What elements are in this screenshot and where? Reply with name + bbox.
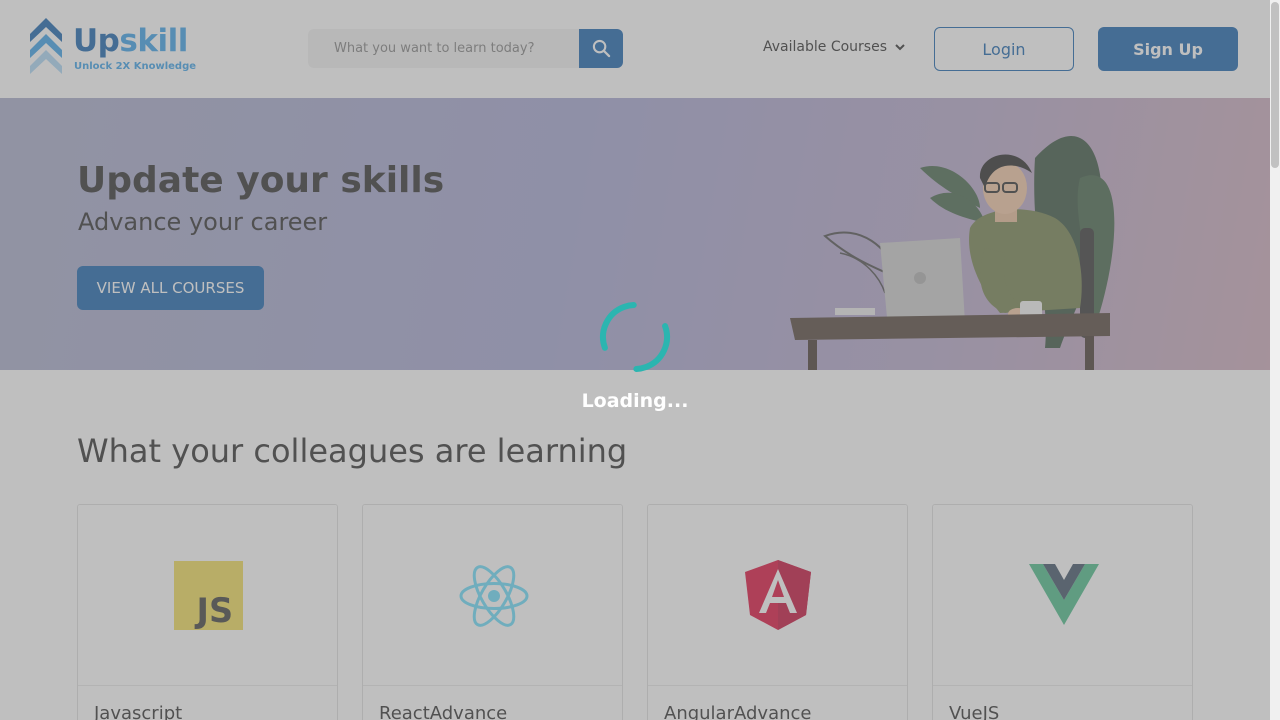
loading-overlay: Loading...: [0, 0, 1270, 720]
page-scrollbar[interactable]: [1270, 0, 1280, 720]
scrollbar-thumb[interactable]: [1271, 2, 1279, 168]
loading-text: Loading...: [581, 390, 689, 412]
loading-spinner-icon: [600, 302, 670, 372]
page: Upskill Unlock 2X Knowledge Available Co…: [0, 0, 1280, 720]
